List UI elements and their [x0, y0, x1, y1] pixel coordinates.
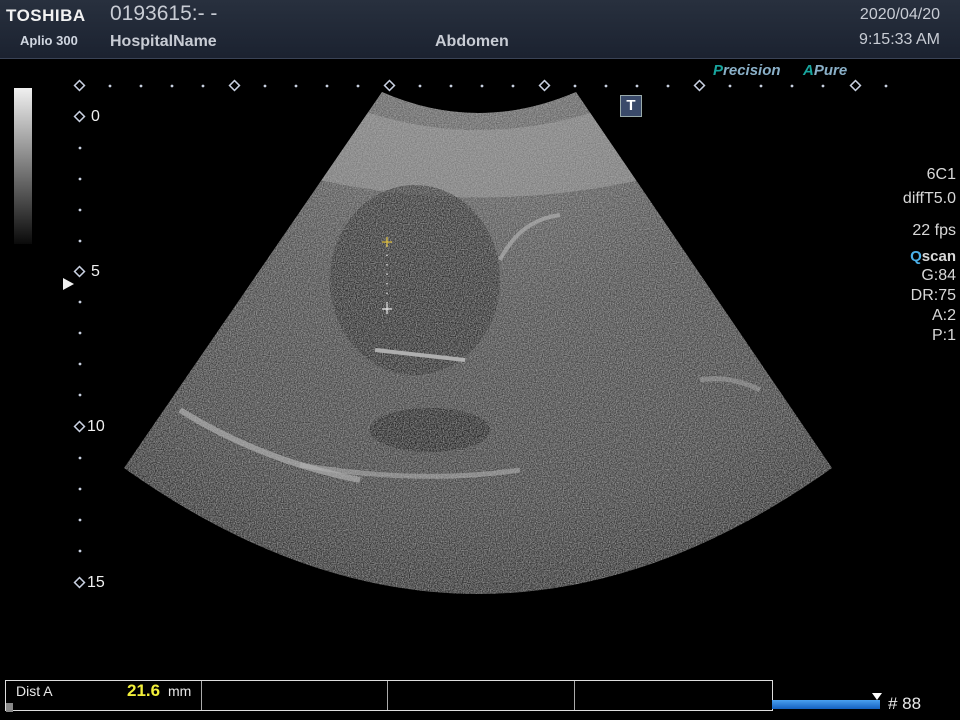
- dynamic-range-value: DR:75: [910, 287, 956, 304]
- cine-progress-bar[interactable]: [772, 700, 880, 709]
- body-mark-t-icon[interactable]: T: [620, 95, 642, 117]
- p-value: P:1: [931, 327, 956, 344]
- frame-rate: 22 fps: [912, 222, 956, 239]
- measurement-cell-3: [388, 681, 575, 710]
- depth-scale: [73, 110, 86, 589]
- measurement-unit: mm: [168, 683, 192, 699]
- measurement-label: Dist A: [16, 683, 53, 699]
- gain-value: G:84: [921, 267, 956, 284]
- sector-fan: [124, 92, 832, 594]
- qscan-label: Qscan: [910, 248, 956, 265]
- a-value: A:2: [931, 307, 956, 324]
- corner-indicator: [6, 703, 13, 712]
- cine-progress-fill: [772, 700, 880, 709]
- depth-label-5: 5: [91, 263, 100, 280]
- frame-number: # 88: [888, 694, 922, 713]
- lateral-scale-dots: [108, 84, 888, 88]
- measurement-value: 21.6: [127, 681, 161, 700]
- measurement-table: Dist A 21.6 mm: [5, 680, 773, 711]
- cine-position-marker-icon[interactable]: [872, 693, 882, 700]
- measurement-cell-1: Dist A 21.6 mm: [6, 681, 202, 710]
- measurement-cell-2: [201, 681, 388, 710]
- focus-marker-icon[interactable]: [63, 278, 74, 290]
- probe-label: 6C1: [926, 166, 956, 183]
- depth-scale-dots: [78, 146, 82, 553]
- depth-label-0: 0: [91, 108, 100, 125]
- preset-label: diffT5.0: [902, 190, 956, 207]
- depth-label-15: 15: [87, 574, 105, 591]
- lateral-scale: [73, 79, 862, 92]
- ultrasound-image: [73, 79, 888, 594]
- depth-label-10: 10: [87, 418, 105, 435]
